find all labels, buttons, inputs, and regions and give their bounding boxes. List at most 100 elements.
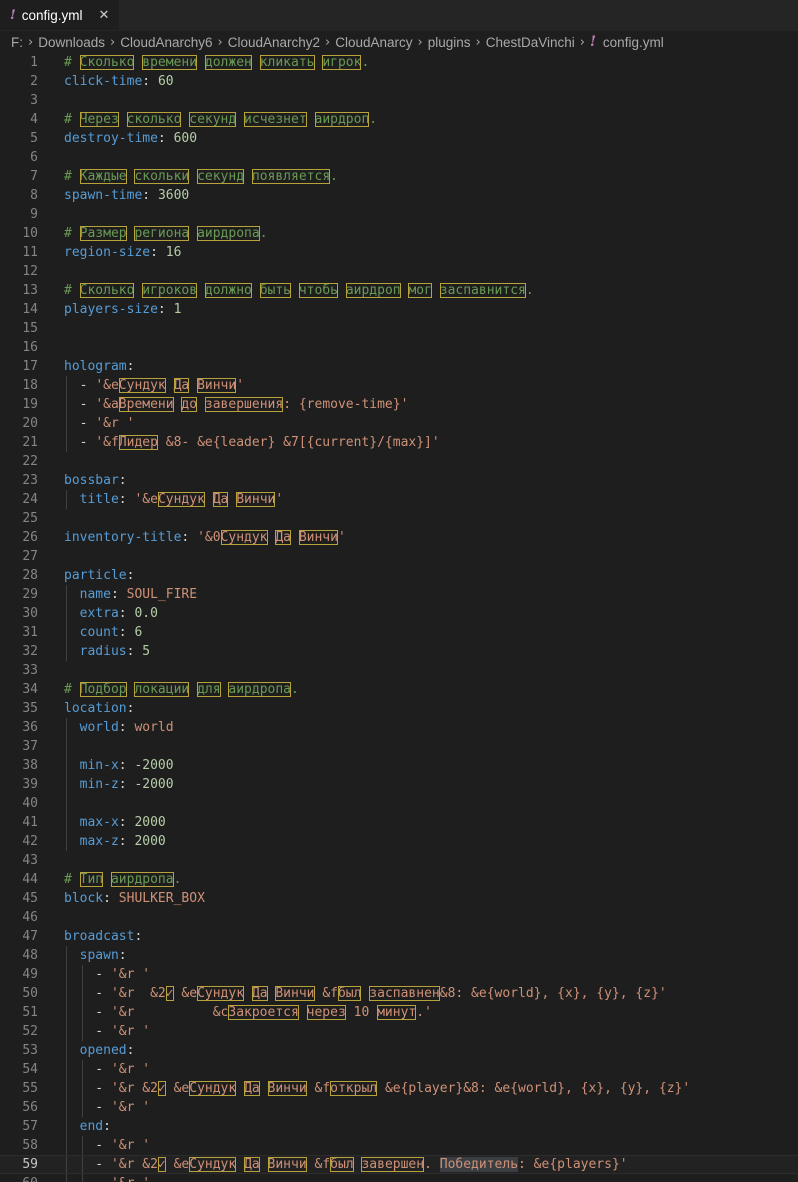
code-token: '&r ': [110, 967, 151, 982]
code-line[interactable]: 39 min-z: -2000: [0, 775, 798, 794]
code-line[interactable]: 55 - '&r &2✓ &eСундук Да Винчи &fоткрыл …: [0, 1079, 798, 1098]
code-line[interactable]: 15: [0, 319, 798, 338]
code-line[interactable]: 48 spawn:: [0, 946, 798, 965]
code-line[interactable]: 46: [0, 908, 798, 927]
code-line[interactable]: 2 click-time: 60: [0, 72, 798, 91]
code-line[interactable]: 32 radius: 5: [0, 642, 798, 661]
line-number: 18: [22, 378, 38, 393]
tab-config-yml[interactable]: ! config.yml ✕: [0, 0, 121, 30]
line-number: 21: [22, 435, 38, 450]
code-line[interactable]: 54 - '&r ': [0, 1060, 798, 1079]
breadcrumb-segment[interactable]: ChestDaVinchi: [486, 35, 575, 50]
code-line[interactable]: 43: [0, 851, 798, 870]
code-token: Сундук: [189, 1157, 237, 1172]
code-line[interactable]: 45 block: SHULKER_BOX: [0, 889, 798, 908]
code-line[interactable]: 9: [0, 205, 798, 224]
code-line[interactable]: 38 min-x: -2000: [0, 756, 798, 775]
code-line[interactable]: 24 title: '&eСундук Да Винчи': [0, 490, 798, 509]
code-line[interactable]: 23 bossbar:: [0, 471, 798, 490]
code-line[interactable]: 19 - '&aВремени до завершения: {remove-t…: [0, 395, 798, 414]
code-line[interactable]: 47 broadcast:: [0, 927, 798, 946]
close-icon[interactable]: ✕: [99, 8, 110, 23]
code-token: :: [118, 758, 135, 773]
code-line[interactable]: 10 # Размер региона аирдропа.: [0, 224, 798, 243]
code-token: inventory-title: [64, 530, 182, 545]
breadcrumb-segment[interactable]: CloudAnarchy6: [120, 35, 212, 50]
code-line[interactable]: 33: [0, 661, 798, 680]
code-line[interactable]: 28 particle:: [0, 566, 798, 585]
code-line[interactable]: 25: [0, 509, 798, 528]
breadcrumb-segment[interactable]: config.yml: [603, 35, 664, 50]
breadcrumb-segment[interactable]: F:: [11, 35, 23, 50]
code-line[interactable]: 11 region-size: 16: [0, 243, 798, 262]
line-code: - '&eСундук Да Винчи': [64, 376, 244, 395]
code-line[interactable]: 31 count: 6: [0, 623, 798, 642]
code-line[interactable]: 30 extra: 0.0: [0, 604, 798, 623]
code-line[interactable]: 36 world: world: [0, 718, 798, 737]
code-token: '&r ': [111, 1176, 150, 1182]
line-number: 7: [30, 169, 38, 184]
code-token: '&r &2: [110, 1081, 158, 1096]
code-line[interactable]: 16: [0, 338, 798, 357]
line-number: 39: [22, 777, 38, 792]
code-line[interactable]: 40: [0, 794, 798, 813]
code-line[interactable]: 22: [0, 452, 798, 471]
code-line[interactable]: 56 - '&r ': [0, 1098, 798, 1117]
code-line[interactable]: 21 - '&fЛидер &8- &e{leader} &7[{current…: [0, 433, 798, 452]
code-line[interactable]: 50 - '&r &2✓ &eСундук Да Винчи &fбыл зас…: [0, 984, 798, 1003]
yaml-file-icon: !: [589, 34, 596, 50]
code-line[interactable]: 59 - '&r &2✓ &eСундук Да Винчи &fбыл зав…: [0, 1155, 798, 1174]
code-token: скольки: [134, 169, 190, 184]
code-token: Лидер: [118, 435, 158, 450]
code-token: destroy-time: [64, 131, 158, 146]
code-line[interactable]: 42 max-z: 2000: [0, 832, 798, 851]
code-line[interactable]: 41 max-x: 2000: [0, 813, 798, 832]
code-line[interactable]: 1 # Сколько времени должен кликать игрок.: [0, 53, 798, 72]
code-line[interactable]: 52 - '&r ': [0, 1022, 798, 1041]
code-token: Сундук: [118, 378, 166, 393]
code-token: Винчи: [197, 378, 237, 393]
code-line[interactable]: 26 inventory-title: '&0Сундук Да Винчи': [0, 528, 798, 547]
code-line[interactable]: 7 # Каждые скольки секунд появляется.: [0, 167, 798, 186]
line-number: 54: [22, 1062, 38, 1077]
code-line[interactable]: 53 opened:: [0, 1041, 798, 1060]
code-line[interactable]: 51 - '&r &cЗакроется через 10 минут.': [0, 1003, 798, 1022]
code-token: -: [64, 435, 96, 450]
breadcrumb-segment[interactable]: CloudAnarchy2: [228, 35, 320, 50]
code-line[interactable]: 4 # Через сколько секунд исчезнет аирдроп…: [0, 110, 798, 129]
code-line[interactable]: 29 name: SOUL_FIRE: [0, 585, 798, 604]
code-line[interactable]: 34 # Подбор локации для аирдропа.: [0, 680, 798, 699]
code-token: 6: [134, 625, 143, 640]
breadcrumb-segment[interactable]: Downloads: [38, 35, 105, 50]
code-line[interactable]: 6: [0, 148, 798, 167]
code-line[interactable]: 44 # Тип аирдропа.: [0, 870, 798, 889]
breadcrumb-segment[interactable]: plugins: [428, 35, 471, 50]
code-line[interactable]: 49 - '&r ': [0, 965, 798, 984]
code-line[interactable]: 37: [0, 737, 798, 756]
code-line[interactable]: 57 end:: [0, 1117, 798, 1136]
code-line[interactable]: 27: [0, 547, 798, 566]
code-token: Да: [275, 530, 291, 545]
code-editor[interactable]: 1 # Сколько времени должен кликать игрок.…: [0, 52, 798, 1182]
code-token: hologram: [64, 359, 127, 374]
code-line[interactable]: 5 destroy-time: 600: [0, 129, 798, 148]
code-token: extra: [79, 606, 119, 621]
code-line[interactable]: 35 location:: [0, 699, 798, 718]
line-code: - '&r &cЗакроется через 10 минут.': [64, 1003, 432, 1022]
code-line[interactable]: 3: [0, 91, 798, 110]
code-line[interactable]: 12: [0, 262, 798, 281]
code-line[interactable]: 14 players-size: 1: [0, 300, 798, 319]
line-number: 22: [22, 454, 38, 469]
code-line[interactable]: 8 spawn-time: 3600: [0, 186, 798, 205]
line-number: 50: [22, 986, 38, 1001]
code-line[interactable]: 20 - '&r ': [0, 414, 798, 433]
code-line[interactable]: 58 - '&r ': [0, 1136, 798, 1155]
code-line[interactable]: 13 # Сколько игроков должно быть чтобь аи…: [0, 281, 798, 300]
breadcrumb-segment[interactable]: CloudAnarcy: [335, 35, 412, 50]
code-line[interactable]: 60 - '&r ': [0, 1174, 798, 1182]
code-line[interactable]: 18 - '&eСундук Да Винчи': [0, 376, 798, 395]
code-token: min-x: [79, 758, 119, 773]
code-line[interactable]: 17 hologram:: [0, 357, 798, 376]
